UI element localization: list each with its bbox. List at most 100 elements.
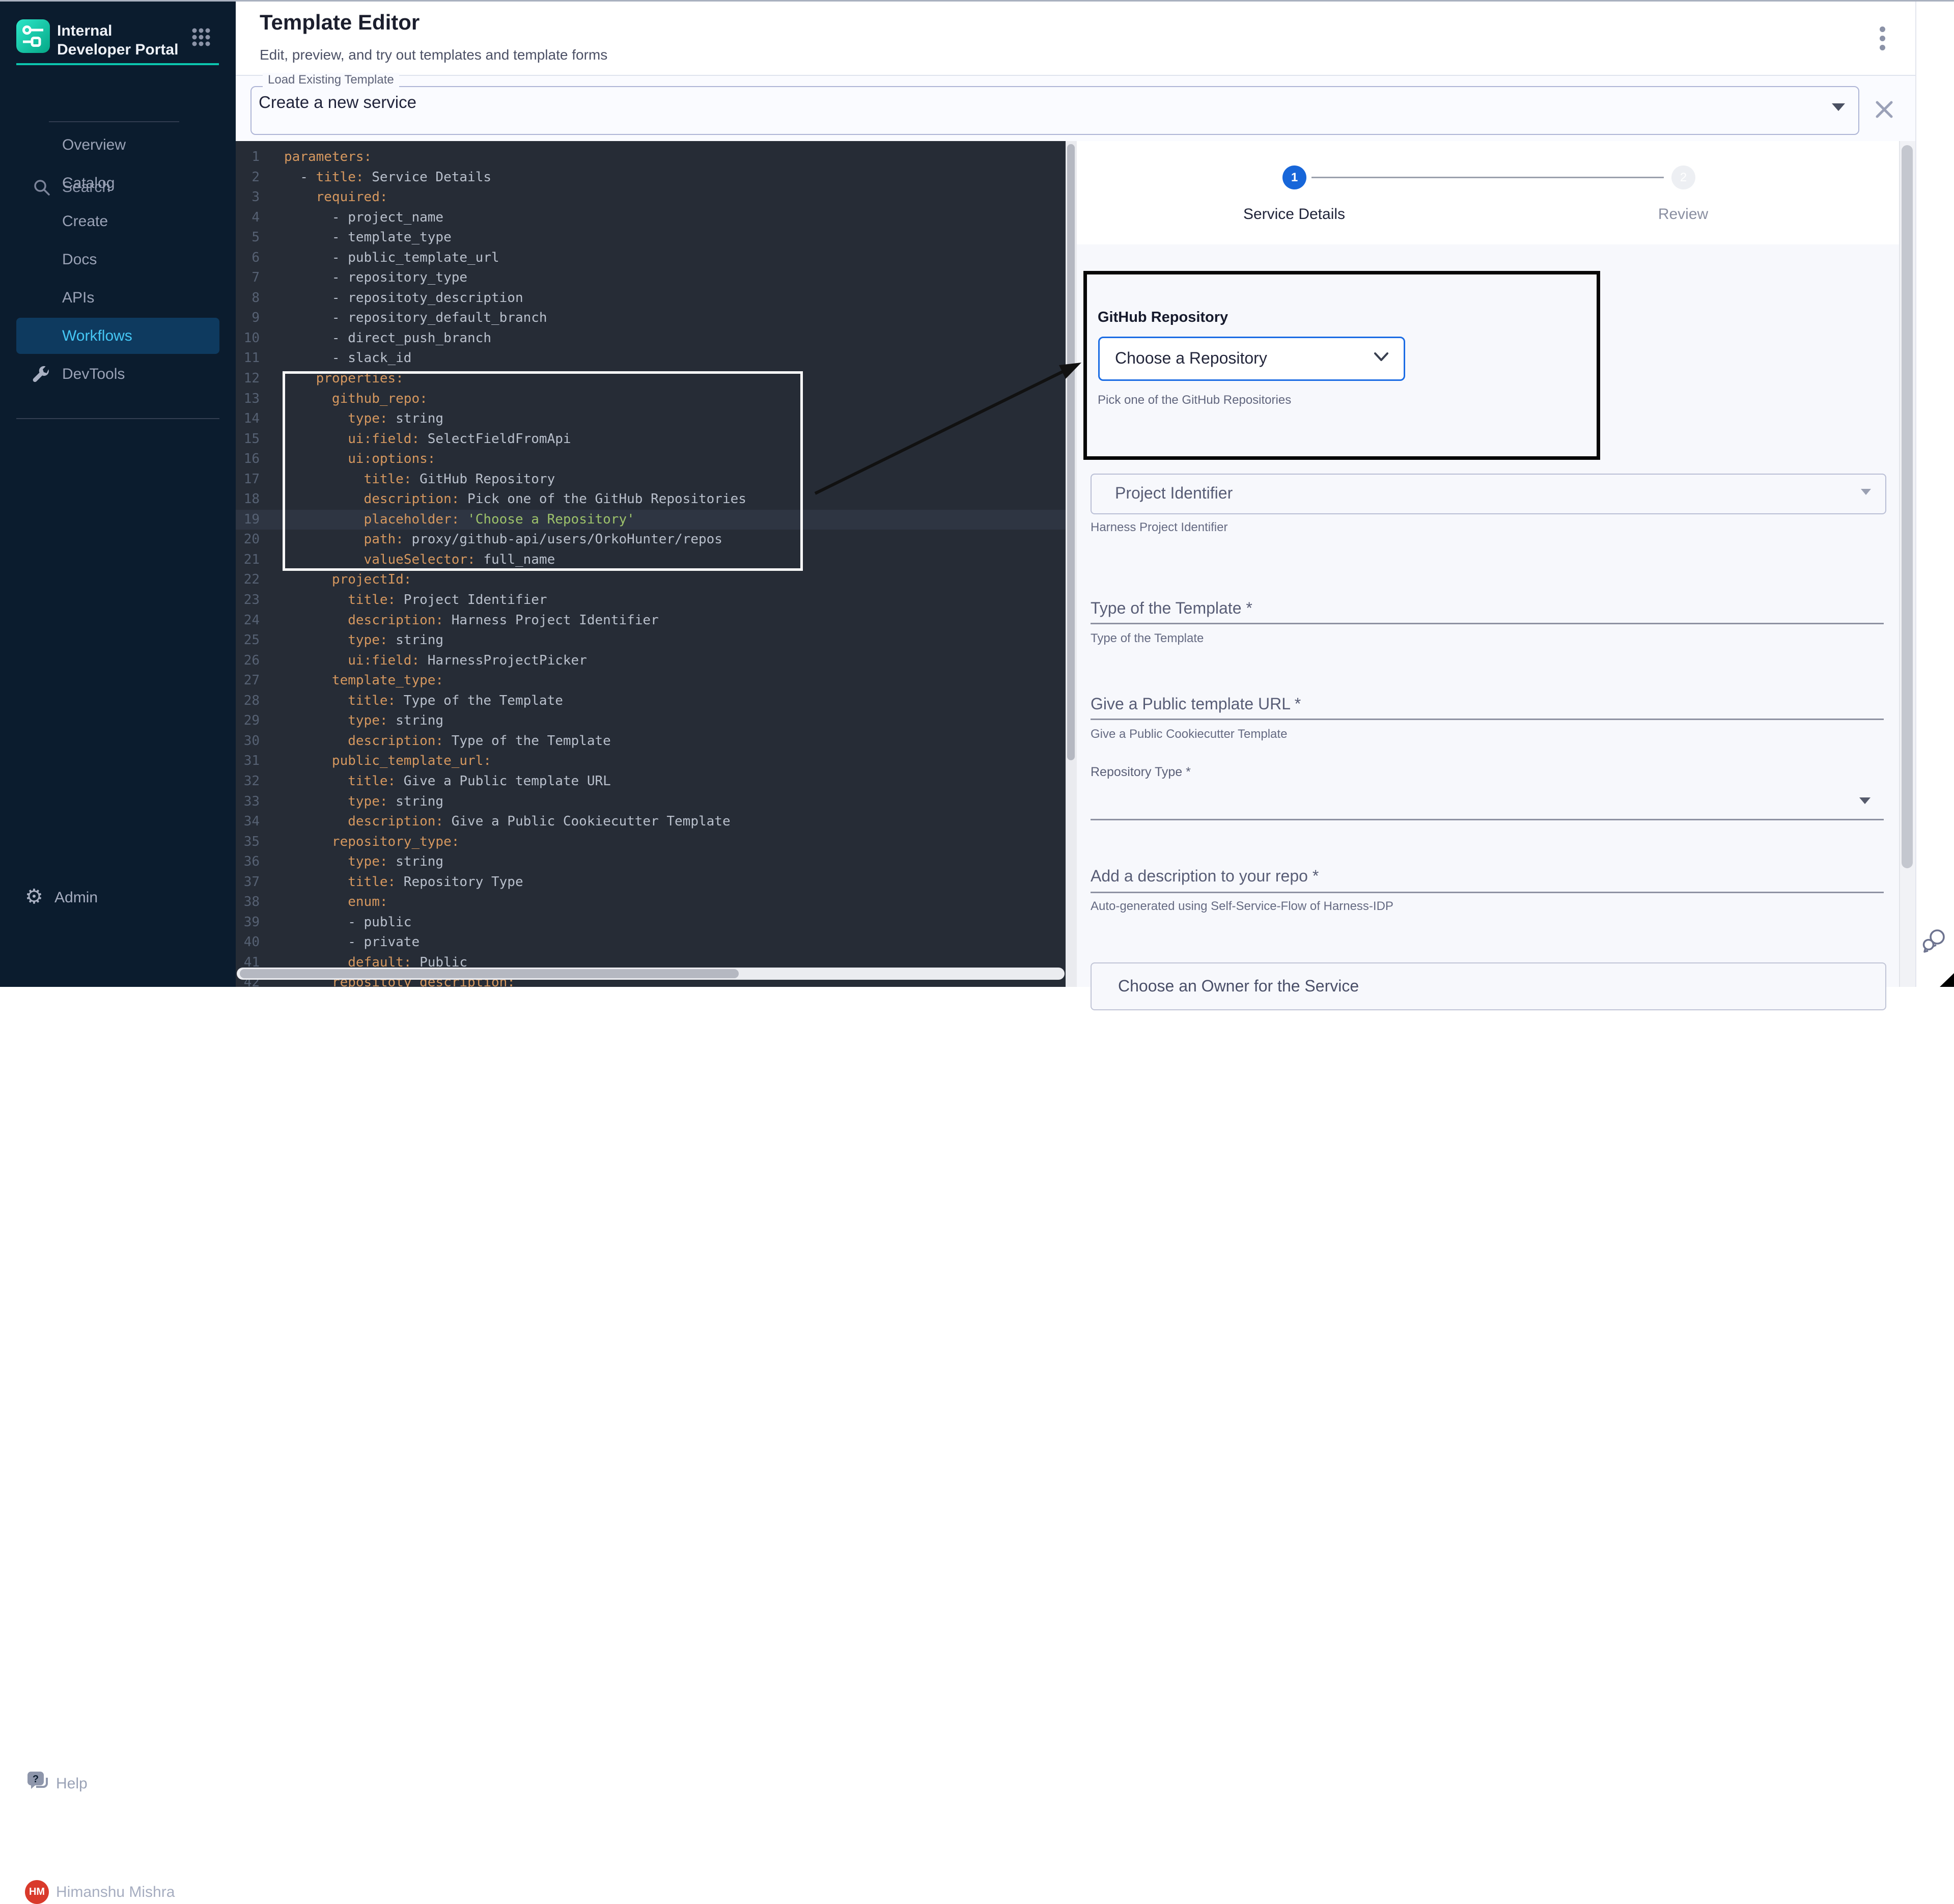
sidebar-item-label: Catalog: [62, 175, 115, 192]
code-line-12[interactable]: 12 properties:: [236, 369, 1066, 389]
sidebar-item-help[interactable]: ? Help: [0, 884, 236, 916]
line-number: 26: [236, 651, 260, 671]
code-line-28[interactable]: 28 title: Type of the Template: [236, 691, 1066, 711]
repo-description-helper: Auto-generated using Self-Service-Flow o…: [1091, 899, 1393, 914]
public-template-url-field[interactable]: Give a Public template URL *: [1091, 695, 1301, 713]
code-line-5[interactable]: 5 - template_type: [236, 228, 1066, 248]
line-number: 38: [236, 892, 260, 913]
code-line-17[interactable]: 17 title: GitHub Repository: [236, 470, 1066, 490]
code-line-27[interactable]: 27 template_type:: [236, 671, 1066, 691]
code-line-39[interactable]: 39 - public: [236, 913, 1066, 933]
code-line-31[interactable]: 31 public_template_url:: [236, 751, 1066, 771]
sidebar-item-docs[interactable]: Docs: [16, 241, 219, 278]
code-line-21[interactable]: 21 valueSelector: full_name: [236, 550, 1066, 570]
code-line-30[interactable]: 30 description: Type of the Template: [236, 731, 1066, 752]
code-line-23[interactable]: 23 title: Project Identifier: [236, 590, 1066, 611]
code-line-6[interactable]: 6 - public_template_url: [236, 248, 1066, 268]
idp-logo-icon[interactable]: [16, 19, 50, 53]
code-line-16[interactable]: 16 ui:options:: [236, 449, 1066, 470]
template-type-field[interactable]: Type of the Template *: [1091, 599, 1252, 618]
line-number: 30: [236, 731, 260, 752]
sidebar-item-apis[interactable]: APIs: [16, 280, 219, 316]
code-line-34[interactable]: 34 description: Give a Public Cookiecutt…: [236, 812, 1066, 832]
code-line-4[interactable]: 4 - project_name: [236, 208, 1066, 228]
line-number: 23: [236, 590, 260, 611]
code-line-40[interactable]: 40 - private: [236, 932, 1066, 953]
code-text: ui:field: SelectFieldFromApi: [260, 429, 571, 450]
code-line-36[interactable]: 36 type: string: [236, 852, 1066, 872]
code-line-15[interactable]: 15 ui:field: SelectFieldFromApi: [236, 429, 1066, 450]
code-line-10[interactable]: 10 - direct_push_branch: [236, 328, 1066, 349]
code-line-26[interactable]: 26 ui:field: HarnessProjectPicker: [236, 651, 1066, 671]
sidebar-item-catalog[interactable]: Catalog: [16, 165, 219, 201]
code-line-8[interactable]: 8 - repositoty_description: [236, 288, 1066, 309]
sidebar-item-devtools[interactable]: DevTools: [16, 356, 219, 392]
code-text: - project_name: [260, 208, 443, 228]
code-line-24[interactable]: 24 description: Harness Project Identifi…: [236, 611, 1066, 631]
code-line-13[interactable]: 13 github_repo:: [236, 389, 1066, 409]
code-line-11[interactable]: 11 - slack_id: [236, 348, 1066, 369]
sidebar-item-create[interactable]: Create: [16, 203, 219, 239]
code-line-25[interactable]: 25 type: string: [236, 630, 1066, 651]
code-line-20[interactable]: 20 path: proxy/github-api/users/OrkoHunt…: [236, 530, 1066, 550]
code-line-2[interactable]: 2 - title: Service Details: [236, 168, 1066, 188]
line-number: 33: [236, 792, 260, 812]
line-number: 2: [236, 168, 260, 188]
line-number: 36: [236, 852, 260, 872]
owner-select-label: Choose an Owner for the Service: [1118, 977, 1359, 996]
chevron-down-icon[interactable]: [1859, 797, 1871, 804]
chevron-down-icon[interactable]: [1832, 103, 1845, 111]
sidebar-search[interactable]: Search: [0, 87, 236, 115]
app-grid-icon[interactable]: [191, 27, 211, 47]
code-line-29[interactable]: 29 type: string: [236, 711, 1066, 731]
sidebar-item-label: Overview: [62, 136, 126, 154]
sidebar-item-admin[interactable]: ⚙ Admin: [0, 441, 236, 472]
code-text: title: Type of the Template: [260, 691, 563, 711]
line-number: 18: [236, 489, 260, 510]
code-line-1[interactable]: 1parameters:: [236, 147, 1066, 168]
code-line-22[interactable]: 22 projectId:: [236, 570, 1066, 590]
repo-description-underline: [1091, 892, 1884, 893]
code-line-7[interactable]: 7 - repository_type: [236, 268, 1066, 288]
code-line-18[interactable]: 18 description: Pick one of the GitHub R…: [236, 489, 1066, 510]
more-options-kebab-icon[interactable]: [1875, 24, 1891, 53]
editor-horizontal-scrollbar-thumb[interactable]: [240, 969, 739, 978]
editor-vertical-scrollbar-thumb[interactable]: [1067, 144, 1075, 760]
line-number: 3: [236, 187, 260, 208]
line-number: 16: [236, 449, 260, 470]
yaml-code-editor[interactable]: 1parameters:2 - title: Service Details3 …: [236, 141, 1066, 987]
feedback-chat-icon[interactable]: [1921, 928, 1948, 954]
code-line-37[interactable]: 37 title: Repository Type: [236, 872, 1066, 893]
line-number: 37: [236, 872, 260, 893]
sidebar-item-overview[interactable]: Overview: [16, 127, 219, 163]
stepper-step-2[interactable]: 2: [1671, 165, 1695, 189]
line-number: 25: [236, 630, 260, 651]
code-line-3[interactable]: 3 required:: [236, 187, 1066, 208]
code-line-32[interactable]: 32 title: Give a Public template URL: [236, 771, 1066, 792]
panel-vertical-scrollbar-thumb[interactable]: [1902, 145, 1913, 868]
code-line-19[interactable]: 19 placeholder: 'Choose a Repository': [236, 510, 1066, 530]
chevron-down-icon: [1374, 352, 1389, 362]
page-title: Template Editor: [260, 10, 420, 35]
stepper-step-1[interactable]: 1: [1282, 165, 1306, 189]
repo-description-field[interactable]: Add a description to your repo *: [1091, 867, 1319, 886]
close-icon[interactable]: [1873, 98, 1896, 121]
code-line-33[interactable]: 33 type: string: [236, 792, 1066, 812]
stepper-step-1-label: Service Details: [1218, 206, 1371, 223]
code-line-38[interactable]: 38 enum:: [236, 892, 1066, 913]
code-line-14[interactable]: 14 type: string: [236, 409, 1066, 429]
sidebar-item-workflows[interactable]: Workflows: [16, 318, 219, 354]
code-line-35[interactable]: 35 repository_type:: [236, 832, 1066, 852]
line-number: 5: [236, 228, 260, 248]
stepper-connector: [1311, 177, 1664, 178]
line-number: 10: [236, 328, 260, 349]
user-name: Himanshu Mishra: [56, 1884, 175, 1901]
user-menu[interactable]: HM Himanshu Mishra: [0, 937, 236, 973]
avatar: HM: [25, 1880, 49, 1904]
code-text: - template_type: [260, 228, 452, 248]
code-line-9[interactable]: 9 - repository_default_branch: [236, 308, 1066, 328]
load-existing-template-select[interactable]: [250, 86, 1859, 135]
code-text: type: string: [260, 630, 443, 651]
window-top-edge: [0, 0, 1954, 2]
public-template-url-helper: Give a Public Cookiecutter Template: [1091, 727, 1287, 741]
